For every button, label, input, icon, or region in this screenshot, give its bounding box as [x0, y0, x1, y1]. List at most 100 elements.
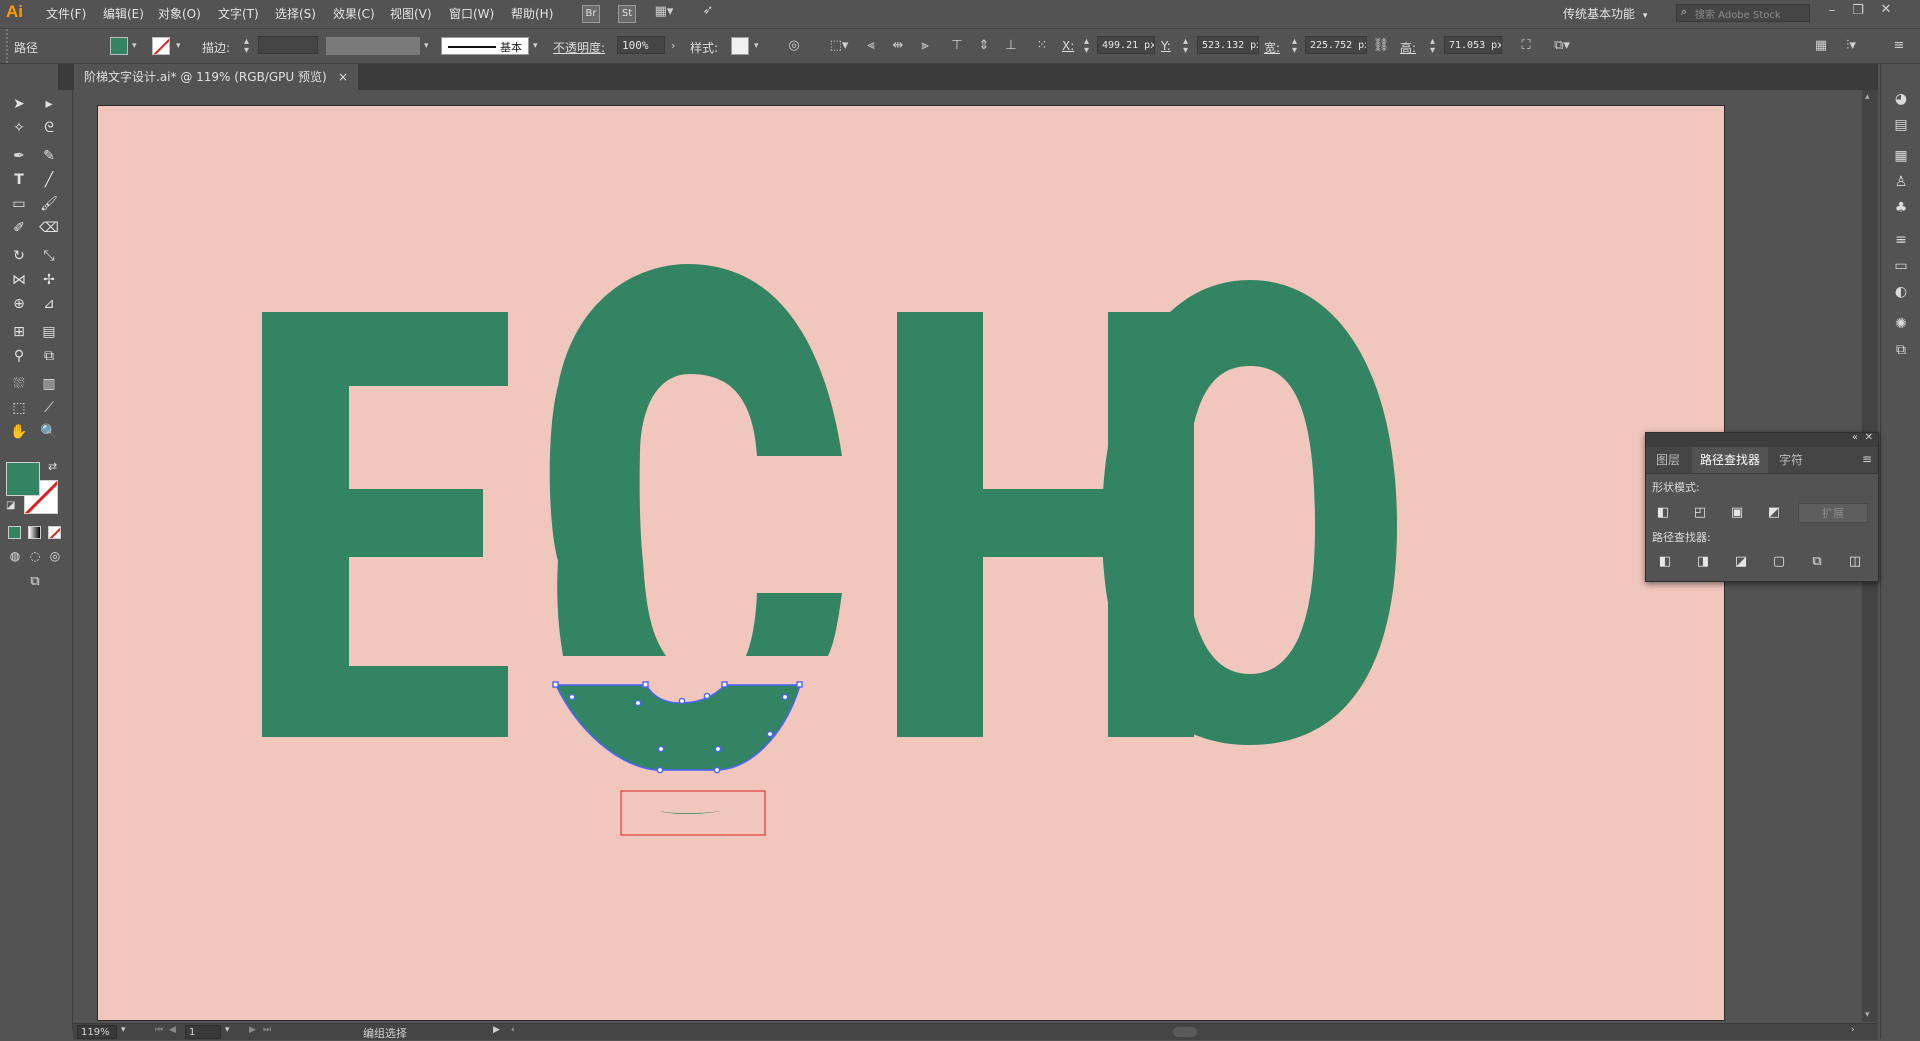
menu-window[interactable]: 窗口(W)	[449, 5, 494, 22]
exclude-icon[interactable]: ◩	[1765, 504, 1783, 522]
reference-point-icon[interactable]: ⁙	[1033, 37, 1051, 55]
last-artboard-icon[interactable]: ⏭	[263, 1025, 271, 1035]
graphic-styles-icon[interactable]: ⧉	[1887, 340, 1915, 360]
minimize-icon[interactable]: –	[1822, 3, 1842, 18]
stroke-weight-stepper[interactable]: ▴ ▾	[244, 37, 249, 56]
maximize-icon[interactable]: ❐	[1848, 3, 1868, 18]
eyedropper-tool-icon[interactable]: ⚲	[8, 346, 30, 366]
close-window-icon[interactable]: ✕	[1876, 2, 1896, 17]
menu-file[interactable]: 文件(F)	[46, 5, 86, 22]
line-tool-icon[interactable]: ╱	[38, 170, 60, 190]
align-top-icon[interactable]: ⊤	[948, 37, 966, 55]
opacity-label[interactable]: 不透明度:	[553, 39, 605, 56]
status-menu-icon[interactable]: ▶	[493, 1025, 500, 1035]
magic-wand-tool-icon[interactable]: ✧	[8, 118, 30, 138]
constrain-proportions-icon[interactable]: ⛓	[1372, 37, 1390, 55]
shape-builder-tool-icon[interactable]: ⊕	[8, 294, 30, 314]
crop-icon[interactable]: ▢	[1770, 553, 1788, 571]
scale-tool-icon[interactable]: ⤡	[38, 246, 60, 266]
fill-color-swatch[interactable]	[110, 37, 128, 55]
search-input[interactable]: 搜索 Adobe Stock	[1695, 6, 1781, 21]
arrange-documents-icon[interactable]: ▦▾	[650, 4, 678, 19]
variable-width-profile[interactable]	[326, 37, 420, 55]
height-stepper[interactable]: ▴ ▾	[1430, 37, 1435, 56]
letter-e[interactable]	[262, 312, 508, 737]
menu-type[interactable]: 文字(T)	[218, 5, 259, 22]
scroll-down-icon[interactable]: ▾	[1865, 1010, 1870, 1020]
previous-artboard-icon[interactable]: ◀	[169, 1025, 176, 1035]
divide-icon[interactable]: ◧	[1656, 553, 1674, 571]
slice-tool-icon[interactable]: ⟋	[38, 398, 60, 418]
recolor-artwork-icon[interactable]: ◎	[785, 37, 803, 55]
fill-dropdown-icon[interactable]: ▾	[132, 41, 137, 51]
brush-definition[interactable]: 基本	[441, 37, 529, 55]
screen-mode-icon[interactable]: ⧉	[24, 572, 46, 592]
align-middle-icon[interactable]: ⇕	[975, 37, 993, 55]
gpu-performance-icon[interactable]: ➶	[698, 3, 718, 18]
close-panel-icon[interactable]: ✕	[1865, 432, 1873, 443]
libraries-icon[interactable]: ▤	[1887, 115, 1915, 135]
arrange-panel-icon[interactable]: ▦	[1812, 37, 1830, 55]
stroke-none-swatch[interactable]	[152, 37, 170, 55]
letter-c[interactable]	[549, 264, 842, 656]
first-artboard-icon[interactable]: ⏮	[155, 1025, 163, 1035]
width-tool-icon[interactable]: ⋈	[8, 270, 30, 290]
artboard-tool-icon[interactable]: ⬚	[8, 398, 30, 418]
bridge-button[interactable]: Br	[582, 5, 600, 23]
align-to-icon[interactable]: ⬚▾	[826, 37, 852, 55]
document-tab[interactable]: 阶梯文字设计.ai* @ 119% (RGB/GPU 预览) ×	[74, 64, 358, 90]
outline-icon[interactable]: ⧉	[1808, 553, 1826, 571]
tab-character[interactable]: 字符	[1771, 447, 1811, 473]
symbols-icon[interactable]: ♣	[1887, 198, 1915, 218]
blend-tool-icon[interactable]: ⧉	[38, 346, 60, 366]
artboard[interactable]	[97, 105, 1725, 1021]
merge-icon[interactable]: ◪	[1732, 553, 1750, 571]
stroke-weight-field[interactable]	[258, 36, 318, 54]
perspective-grid-tool-icon[interactable]: ⊿	[38, 294, 60, 314]
stroke-panel-icon[interactable]: ≡	[1887, 230, 1915, 250]
graphic-style-swatch[interactable]	[731, 37, 749, 55]
direct-selection-tool-icon[interactable]: ▸	[38, 94, 60, 114]
brushes-icon[interactable]: ♙	[1887, 172, 1915, 192]
zoom-tool-icon[interactable]: 🔍	[38, 422, 60, 442]
y-stepper[interactable]: ▴ ▾	[1183, 37, 1188, 56]
next-artboard-icon[interactable]: ▶	[249, 1025, 256, 1035]
stroke-dropdown-icon[interactable]: ▾	[176, 41, 181, 51]
eraser-tool-icon[interactable]: ⌫	[38, 218, 60, 238]
menu-help[interactable]: 帮助(H)	[511, 5, 553, 22]
shaper-tool-icon[interactable]: ✐	[8, 218, 30, 238]
scroll-left-icon[interactable]: ‹	[511, 1025, 515, 1035]
default-fill-stroke-icon[interactable]: ◪	[6, 500, 15, 511]
x-field[interactable]: 499.21 px	[1097, 36, 1155, 54]
selection-tool-icon[interactable]: ➤	[8, 94, 30, 114]
none-mode-icon[interactable]	[48, 526, 61, 539]
gradient-tool-icon[interactable]: ▤	[38, 322, 60, 342]
minus-back-icon[interactable]: ◫	[1846, 553, 1864, 571]
width-stepper[interactable]: ▴ ▾	[1292, 37, 1297, 56]
x-stepper[interactable]: ▴ ▾	[1084, 37, 1089, 56]
menu-select[interactable]: 选择(S)	[275, 5, 316, 22]
y-field[interactable]: 523.132 px	[1197, 36, 1259, 54]
column-graph-tool-icon[interactable]: ▥	[38, 374, 60, 394]
menu-object[interactable]: 对象(O)	[158, 5, 201, 22]
swatches-icon[interactable]: ▦	[1887, 146, 1915, 166]
trim-icon[interactable]: ◨	[1694, 553, 1712, 571]
color-guide-icon[interactable]: ◕	[1887, 89, 1915, 109]
panel-menu-icon[interactable]: ≡	[1890, 37, 1908, 55]
gradient-mode-icon[interactable]	[28, 526, 41, 539]
symbol-sprayer-tool-icon[interactable]: ⛆	[8, 374, 30, 394]
draw-normal-icon[interactable]: ◍	[4, 546, 26, 566]
transparency-panel-icon[interactable]: ◐	[1887, 282, 1915, 302]
zoom-field[interactable]: 119%	[77, 1025, 117, 1039]
paintbrush-tool-icon[interactable]: 🖌	[38, 194, 60, 214]
type-tool-icon[interactable]: T	[8, 170, 30, 190]
panel-menu-icon[interactable]: ≡	[1862, 452, 1872, 466]
height-field[interactable]: 71.053 px	[1444, 36, 1502, 54]
horizontal-scroll-thumb[interactable]	[1173, 1027, 1197, 1037]
mesh-tool-icon[interactable]: ⊞	[8, 322, 30, 342]
tab-pathfinder[interactable]: 路径查找器	[1692, 447, 1769, 473]
curvature-tool-icon[interactable]: ✎	[38, 146, 60, 166]
isolate-group-icon[interactable]: ⧉▾	[1547, 37, 1577, 55]
transform-icon[interactable]: ⛶	[1517, 37, 1535, 55]
rotate-tool-icon[interactable]: ↻	[8, 246, 30, 266]
